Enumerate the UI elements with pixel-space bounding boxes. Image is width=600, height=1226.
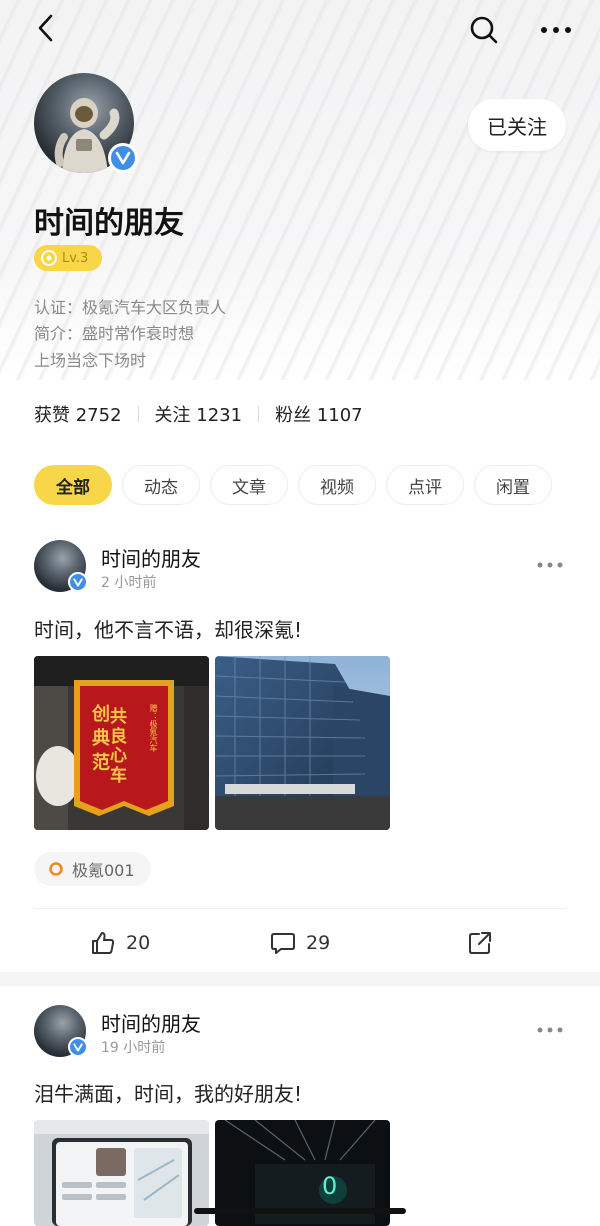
verified-badge-icon bbox=[68, 1037, 88, 1057]
level-badge: Lv.3 bbox=[34, 245, 102, 271]
feed-separator bbox=[0, 972, 600, 986]
topic-ring-icon bbox=[49, 862, 63, 876]
more-options-button[interactable] bbox=[534, 8, 578, 52]
stat-divider bbox=[137, 406, 139, 422]
comment-bubble-icon bbox=[271, 933, 295, 954]
verified-badge-icon bbox=[68, 572, 88, 592]
like-button[interactable]: 20 bbox=[90, 930, 150, 956]
verified-badge-icon bbox=[108, 143, 138, 173]
profile-avatar[interactable] bbox=[34, 73, 138, 175]
more-horizontal-icon bbox=[537, 562, 563, 568]
post-timestamp: 2 小时前 bbox=[101, 575, 157, 591]
search-button[interactable] bbox=[462, 8, 506, 52]
post-more-button[interactable] bbox=[528, 553, 572, 577]
share-button[interactable] bbox=[467, 930, 493, 956]
tab-updates[interactable]: 动态 bbox=[122, 465, 200, 505]
share-icon bbox=[469, 932, 491, 954]
post-image-banner[interactable]: 共 良 心 车 赠：极氪汽车 创 典 范 bbox=[34, 656, 209, 830]
post-divider bbox=[34, 908, 566, 909]
profile-stats: 获赞 2752 关注 1231 粉丝 1107 bbox=[34, 402, 363, 426]
likes-stat[interactable]: 获赞 2752 bbox=[34, 401, 122, 427]
level-flower-icon bbox=[41, 250, 57, 266]
content-tabs: 全部 动态 文章 视频 点评 闲置 bbox=[34, 465, 552, 505]
comment-count: 29 bbox=[306, 932, 331, 954]
post-more-button[interactable] bbox=[528, 1018, 572, 1042]
search-icon bbox=[470, 16, 498, 44]
bio-line-1: 简介：盛时常作衰时想 bbox=[34, 324, 195, 343]
post-image-dashboard[interactable] bbox=[34, 1120, 209, 1226]
banner-text-block: 赠：极氪汽车 bbox=[108, 700, 188, 800]
tab-articles[interactable]: 文章 bbox=[210, 465, 288, 505]
certification-text: 认证：极氪汽车大区负责人 bbox=[34, 298, 227, 317]
bio-line-2: 上场当念下场时 bbox=[34, 351, 147, 370]
tab-videos[interactable]: 视频 bbox=[298, 465, 376, 505]
back-button[interactable] bbox=[26, 8, 66, 48]
follow-status-button[interactable]: 已关注 bbox=[468, 99, 566, 151]
thumbs-up-icon bbox=[92, 932, 115, 954]
comment-button[interactable]: 29 bbox=[270, 930, 330, 956]
topic-tag[interactable]: 极氪001 bbox=[34, 852, 151, 886]
building-photo bbox=[215, 656, 390, 830]
topic-tag-label: 极氪001 bbox=[72, 861, 135, 880]
tab-reviews[interactable]: 点评 bbox=[386, 465, 464, 505]
post-timestamp: 19 小时前 bbox=[101, 1040, 166, 1056]
top-bar bbox=[0, 0, 600, 60]
fans-stat[interactable]: 粉丝 1107 bbox=[275, 401, 363, 427]
post-author-name[interactable]: 时间的朋友 bbox=[101, 1008, 201, 1037]
post-text: 时间，他不言不语，却很深氪! bbox=[34, 618, 303, 642]
like-count: 20 bbox=[126, 932, 151, 954]
profile-name: 时间的朋友 bbox=[34, 206, 184, 241]
home-indicator[interactable] bbox=[194, 1208, 406, 1214]
tab-secondhand[interactable]: 闲置 bbox=[474, 465, 552, 505]
screen-digit: 0 bbox=[322, 1172, 338, 1200]
post-image-building[interactable] bbox=[215, 656, 390, 830]
following-stat[interactable]: 关注 1231 bbox=[155, 401, 243, 427]
chevron-left-icon bbox=[38, 14, 53, 42]
level-text: Lv.3 bbox=[62, 250, 89, 266]
banner-text-secondary: 创 典 范 bbox=[89, 704, 110, 771]
tab-all[interactable]: 全部 bbox=[34, 465, 112, 505]
post-text: 泪牛满面，时间，我的好朋友! bbox=[34, 1082, 303, 1106]
car-screen-photo bbox=[34, 1120, 209, 1226]
more-horizontal-icon bbox=[541, 27, 571, 33]
stat-divider bbox=[258, 406, 260, 422]
post-author-name[interactable]: 时间的朋友 bbox=[101, 543, 201, 572]
banner-side-text: 赠：极氪汽车 bbox=[149, 704, 158, 752]
more-horizontal-icon bbox=[537, 1027, 563, 1033]
